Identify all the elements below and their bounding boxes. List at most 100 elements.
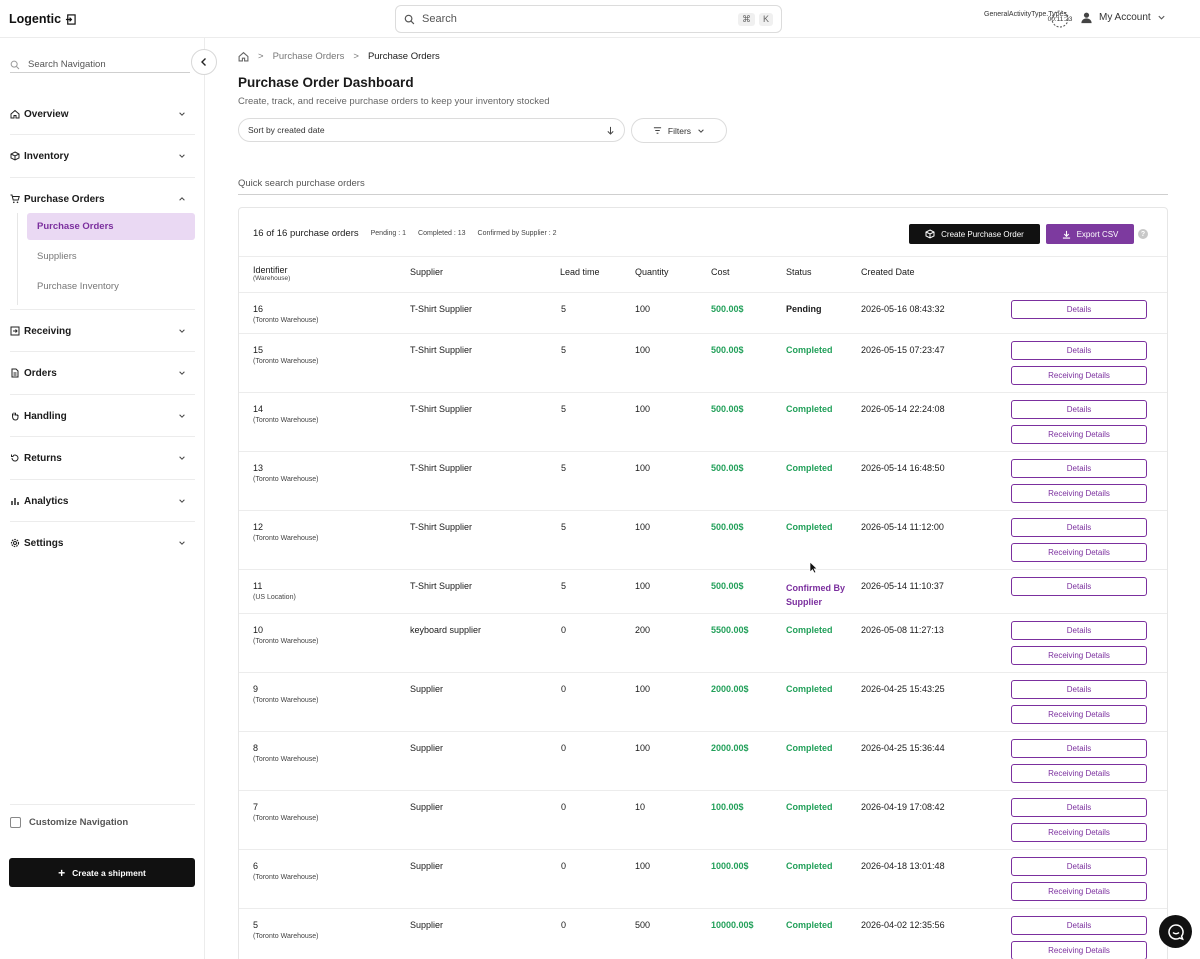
create-purchase-order-label: Create Purchase Order	[941, 229, 1024, 239]
sidebar-item-settings[interactable]: Settings	[10, 533, 195, 553]
order-warehouse: (Toronto Warehouse)	[253, 933, 319, 940]
cell-identifier: 13 (Toronto Warehouse)	[253, 463, 319, 483]
cell-supplier: T-Shirt Supplier	[410, 404, 473, 414]
logo[interactable]: Logentic	[9, 12, 76, 26]
help-icon[interactable]: ?	[1138, 229, 1148, 239]
sidebar-item-purchase-orders[interactable]: Purchase Orders	[10, 189, 195, 209]
receiving-details-button[interactable]: Receiving Details	[1011, 705, 1147, 724]
sidebar-item-orders[interactable]: Orders	[10, 363, 195, 383]
sidebar-item-label: Handling	[24, 410, 67, 422]
top-bar: Logentic Search ⌘ K GeneralActivityType.…	[0, 0, 1200, 38]
cell-supplier: Supplier	[410, 920, 444, 930]
cell-created-date: 2026-04-25 15:43:25	[861, 684, 945, 694]
table-row: 10 (Toronto Warehouse) keyboard supplier 0 2…	[239, 613, 1167, 672]
details-button[interactable]: Details	[1011, 518, 1147, 537]
details-button[interactable]: Details	[1011, 577, 1147, 596]
chevron-down-icon	[698, 128, 704, 133]
header-sublabel: (Warehouse)	[253, 275, 291, 282]
sidebar-item-label: Inventory	[24, 150, 70, 162]
arrow-down-icon	[607, 126, 614, 135]
receiving-details-button[interactable]: Receiving Details	[1011, 823, 1147, 842]
sidebar-subitem-suppliers[interactable]: Suppliers	[27, 243, 195, 270]
receiving-details-button[interactable]: Receiving Details	[1011, 941, 1147, 959]
order-id: 10	[253, 625, 264, 635]
sidebar-item-handling[interactable]: Handling	[10, 406, 195, 426]
customize-navigation-checkbox[interactable]: Customize Navigation	[10, 817, 128, 828]
receiving-details-button[interactable]: Receiving Details	[1011, 366, 1147, 385]
column-header-quantity: Quantity	[635, 267, 669, 277]
chat-widget-button[interactable]	[1159, 915, 1192, 948]
details-button[interactable]: Details	[1011, 857, 1147, 876]
cell-identifier: 10 (Toronto Warehouse)	[253, 625, 319, 645]
cell-supplier: Supplier	[410, 802, 444, 812]
order-warehouse: (Toronto Warehouse)	[253, 358, 319, 365]
download-icon	[1062, 230, 1070, 239]
cell-lead-time: 0	[561, 861, 567, 871]
receiving-details-button[interactable]: Receiving Details	[1011, 484, 1147, 503]
details-button[interactable]: Details	[1011, 300, 1147, 319]
details-button[interactable]: Details	[1011, 680, 1147, 699]
sidebar-item-label: Overview	[24, 108, 69, 120]
cell-supplier: T-Shirt Supplier	[410, 304, 473, 314]
sidebar-subitem-purchase-inventory[interactable]: Purchase Inventory	[27, 273, 195, 300]
filter-icon	[653, 127, 662, 134]
global-search[interactable]: Search ⌘ K	[395, 5, 782, 33]
cell-lead-time: 0	[561, 802, 567, 812]
divider	[10, 436, 195, 437]
box-icon	[925, 229, 935, 239]
home-icon	[10, 109, 20, 119]
status-badge: Pending	[786, 304, 822, 314]
sidebar-item-label: Receiving	[24, 325, 72, 337]
sidebar-subitem-purchase-orders[interactable]: Purchase Orders	[27, 213, 195, 240]
table-row: 7 (Toronto Warehouse) Supplier 0 10 100.00$ Co…	[239, 790, 1167, 849]
nav-search-input[interactable]: Search Navigation	[10, 57, 190, 73]
activity-timer[interactable]: 00:11:23	[1047, 10, 1073, 28]
quick-search-input[interactable]: Quick search purchase orders	[238, 178, 1168, 195]
receiving-details-button[interactable]: Receiving Details	[1011, 882, 1147, 901]
filters-button[interactable]: Filters	[631, 118, 727, 143]
receiving-details-button[interactable]: Receiving Details	[1011, 646, 1147, 665]
cell-quantity: 100	[635, 522, 651, 532]
order-warehouse: (Toronto Warehouse)	[253, 535, 319, 542]
details-button[interactable]: Details	[1011, 798, 1147, 817]
divider	[10, 394, 195, 395]
receiving-details-button[interactable]: Receiving Details	[1011, 543, 1147, 562]
details-button[interactable]: Details	[1011, 400, 1147, 419]
chevron-down-icon	[179, 456, 185, 460]
details-button[interactable]: Details	[1011, 739, 1147, 758]
create-shipment-button[interactable]: + Create a shipment	[9, 858, 195, 887]
cell-quantity: 100	[635, 463, 651, 473]
sidebar-item-analytics[interactable]: Analytics	[10, 491, 195, 511]
chevron-down-icon	[179, 541, 185, 545]
cell-cost: 100.00$	[711, 802, 744, 812]
sort-select[interactable]: Sort by created date	[238, 118, 625, 142]
account-menu[interactable]: My Account	[1080, 11, 1166, 24]
sidebar-item-receiving[interactable]: Receiving	[10, 321, 195, 341]
details-button[interactable]: Details	[1011, 459, 1147, 478]
sidebar-item-label: Settings	[24, 537, 64, 549]
status-badge: Completed	[786, 625, 833, 635]
breadcrumb-link[interactable]: Purchase Orders	[273, 51, 345, 62]
details-button[interactable]: Details	[1011, 621, 1147, 640]
export-csv-button[interactable]: Export CSV	[1046, 224, 1134, 244]
order-warehouse: (Toronto Warehouse)	[253, 417, 319, 424]
sidebar-item-overview[interactable]: Overview	[10, 104, 195, 124]
sidebar-item-returns[interactable]: Returns	[10, 448, 195, 468]
order-id: 14	[253, 404, 264, 414]
details-button[interactable]: Details	[1011, 916, 1147, 935]
home-icon[interactable]	[238, 51, 249, 62]
cell-cost: 5500.00$	[711, 625, 749, 635]
order-id: 8	[253, 743, 259, 753]
chat-icon	[1167, 923, 1184, 940]
sidebar-item-inventory[interactable]: Inventory	[10, 146, 195, 166]
create-purchase-order-button[interactable]: Create Purchase Order	[909, 224, 1040, 244]
cell-identifier: 16 (Toronto Warehouse)	[253, 304, 319, 324]
collapse-sidebar-button[interactable]	[191, 49, 217, 75]
breadcrumb-current: Purchase Orders	[367, 51, 440, 62]
status-badge: Completed	[786, 404, 833, 414]
details-button[interactable]: Details	[1011, 341, 1147, 360]
logo-text: Logentic	[9, 12, 62, 26]
receiving-details-button[interactable]: Receiving Details	[1011, 764, 1147, 783]
column-header-cost: Cost	[711, 267, 730, 277]
receiving-details-button[interactable]: Receiving Details	[1011, 425, 1147, 444]
